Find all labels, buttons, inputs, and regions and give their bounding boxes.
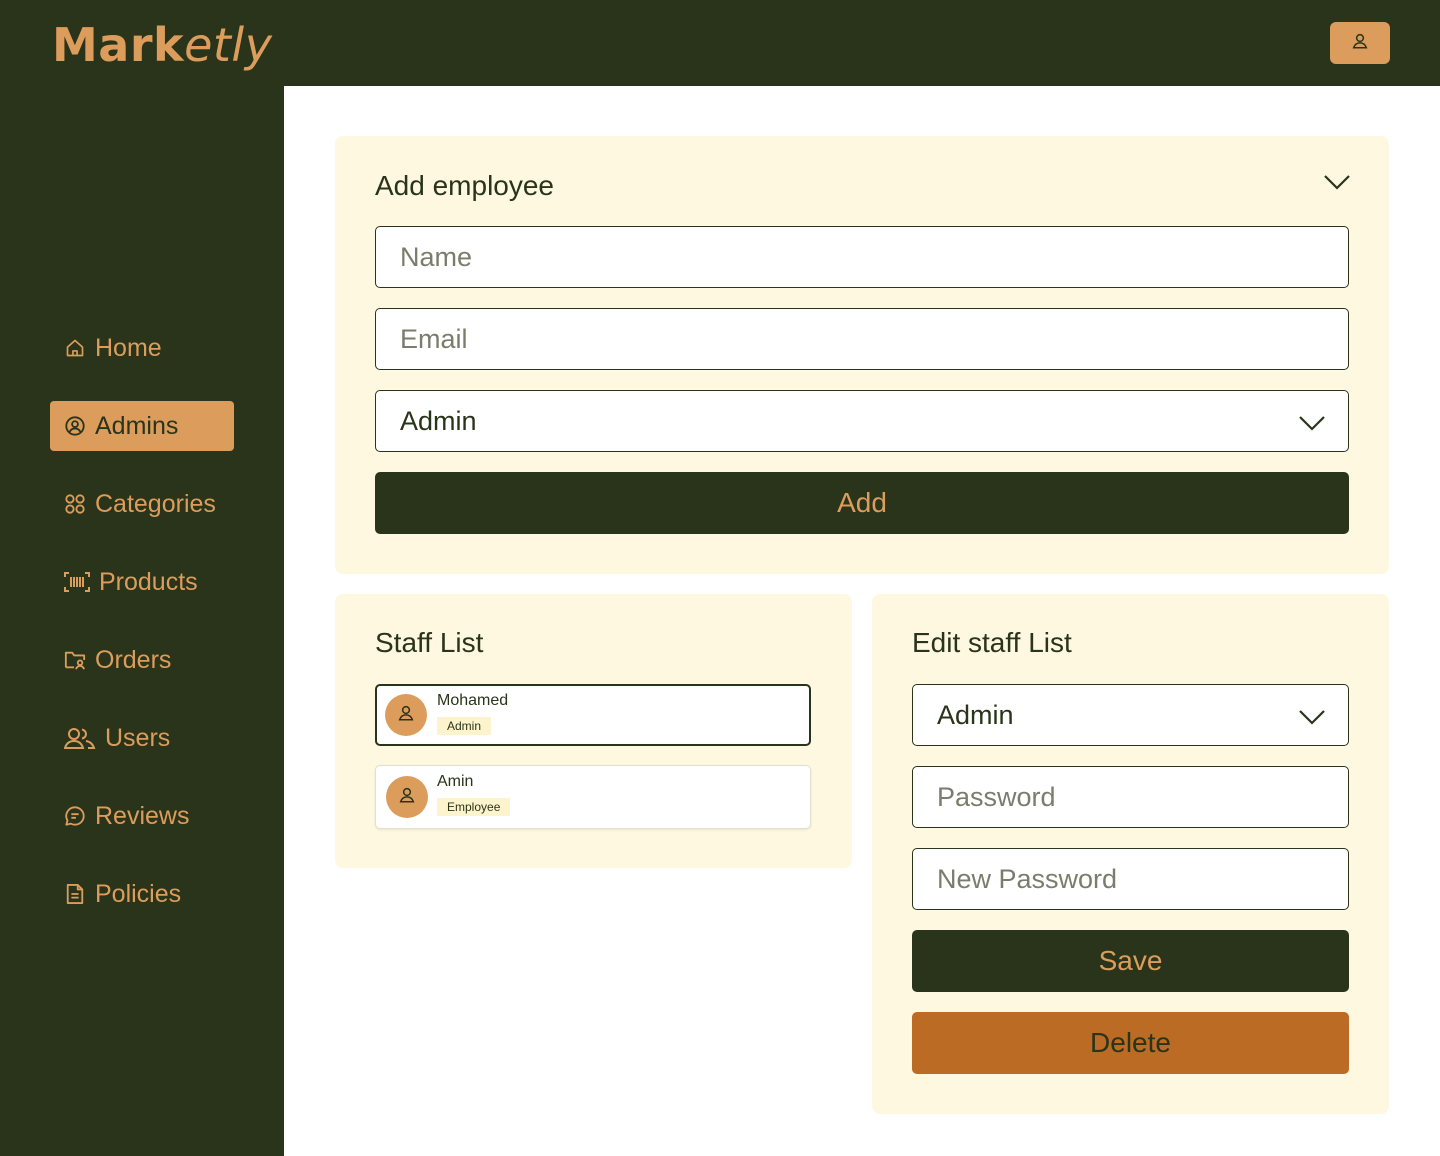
- sidebar-item-label: Policies: [95, 879, 182, 908]
- staff-name: Amin: [437, 773, 474, 790]
- sidebar-item-home[interactable]: Home: [50, 323, 234, 373]
- email-input[interactable]: Email: [375, 308, 1349, 370]
- password-input[interactable]: Password: [912, 766, 1349, 828]
- add-button[interactable]: Add: [375, 472, 1349, 534]
- role-select-value: Admin: [400, 405, 477, 436]
- logo-italic-text: etly: [184, 18, 273, 72]
- sidebar-item-label: Admins: [95, 411, 179, 440]
- avatar: [386, 776, 428, 818]
- sidebar-item-label: Categories: [95, 489, 216, 518]
- user-circle-icon: [64, 415, 86, 437]
- edit-staff-card: Edit staff List Admin Password New Passw…: [872, 594, 1389, 1114]
- logo-bold-text: Mark: [52, 18, 185, 72]
- profile-button[interactable]: [1330, 22, 1390, 64]
- add-employee-card: Add employee Name Email Admin Add: [335, 136, 1389, 574]
- staff-list-title: Staff List: [375, 627, 484, 658]
- edit-role-select[interactable]: Admin: [912, 684, 1349, 746]
- sidebar-item-label: Orders: [95, 645, 172, 674]
- chat-icon: [64, 805, 86, 827]
- new-password-input[interactable]: New Password: [912, 848, 1349, 910]
- staff-name: Mohamed: [437, 692, 509, 709]
- collapse-chevron-icon[interactable]: [1323, 172, 1351, 197]
- sidebar-item-reviews[interactable]: Reviews: [50, 791, 234, 841]
- delete-button[interactable]: Delete: [912, 1012, 1349, 1074]
- edit-role-select-value: Admin: [937, 699, 1014, 730]
- sidebar-item-label: Home: [95, 333, 162, 362]
- sidebar-item-categories[interactable]: Categories: [50, 479, 234, 529]
- sidebar-item-products[interactable]: Products: [50, 557, 234, 607]
- staff-list-card: Staff List Mohamed Admin Amin Employee: [335, 594, 852, 868]
- staff-row[interactable]: Mohamed Admin: [375, 684, 811, 746]
- chevron-down-icon: [1298, 703, 1326, 734]
- edit-staff-title: Edit staff List: [912, 627, 1072, 658]
- user-icon: [1351, 32, 1369, 55]
- staff-role-badge: Employee: [437, 798, 511, 816]
- user-icon: [398, 786, 416, 809]
- home-icon: [64, 337, 86, 359]
- sidebar-item-users[interactable]: Users: [50, 713, 234, 763]
- app-logo[interactable]: Marketly: [52, 18, 272, 72]
- staff-role-badge: Admin: [437, 717, 492, 735]
- document-icon: [64, 883, 86, 905]
- chevron-down-icon: [1298, 409, 1326, 440]
- barcode-icon: [64, 571, 90, 593]
- add-employee-title: Add employee: [375, 170, 555, 201]
- sidebar-item-orders[interactable]: Orders: [50, 635, 234, 685]
- users-icon: [64, 727, 96, 749]
- name-input[interactable]: Name: [375, 226, 1349, 288]
- sidebar: Home Admins Categories Products Orders U…: [0, 86, 284, 1156]
- avatar: [385, 694, 427, 736]
- staff-row[interactable]: Amin Employee: [375, 765, 811, 829]
- grid-icon: [64, 493, 86, 515]
- folder-user-icon: [64, 649, 86, 671]
- role-select[interactable]: Admin: [375, 390, 1349, 452]
- sidebar-item-label: Users: [105, 723, 171, 752]
- save-button[interactable]: Save: [912, 930, 1349, 992]
- user-icon: [397, 704, 415, 727]
- sidebar-item-admins[interactable]: Admins: [50, 401, 234, 451]
- sidebar-item-label: Reviews: [95, 801, 190, 830]
- top-bar: Marketly: [0, 0, 1440, 86]
- sidebar-item-policies[interactable]: Policies: [50, 869, 234, 919]
- sidebar-item-label: Products: [99, 567, 198, 596]
